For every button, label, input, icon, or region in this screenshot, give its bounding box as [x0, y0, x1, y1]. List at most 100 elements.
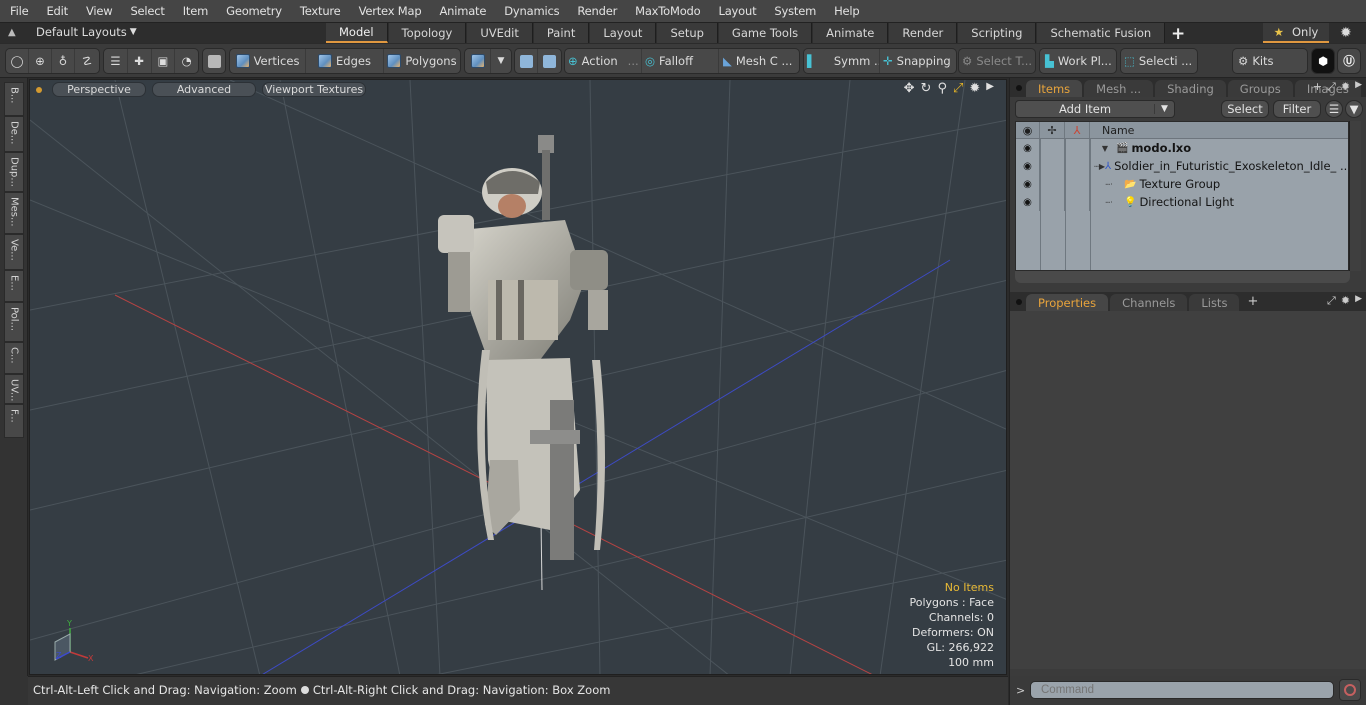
tab-groups[interactable]: Groups: [1227, 80, 1293, 97]
tab-layout[interactable]: Layout: [590, 23, 657, 43]
viewport-gear-icon[interactable]: ✹: [969, 81, 980, 96]
edges-button[interactable]: Edges: [306, 49, 384, 73]
align-icon[interactable]: ☰: [104, 49, 128, 73]
polygons-button[interactable]: Polygons: [384, 49, 460, 73]
tab-render[interactable]: Render: [889, 23, 958, 43]
axis-colored-icon[interactable]: ⅄: [1065, 122, 1090, 138]
filter-button[interactable]: Filter: [1273, 100, 1321, 118]
left-strip-tab[interactable]: Dup...: [4, 152, 24, 192]
visibility-eye-icon[interactable]: ◉: [1016, 193, 1040, 211]
layouts-dropdown[interactable]: ▲ Default Layouts ▼: [8, 25, 137, 39]
name-column-header[interactable]: Name: [1090, 122, 1134, 138]
action-center-button[interactable]: ⊕ Action...: [565, 49, 642, 73]
checker-cube-icon[interactable]: [538, 49, 561, 73]
select-button[interactable]: Select: [1221, 100, 1269, 118]
cross-icon[interactable]: ✚: [128, 49, 152, 73]
frame-icon[interactable]: ▣: [152, 49, 176, 73]
left-strip-tab[interactable]: C...: [4, 342, 24, 374]
expand-right-icon[interactable]: ▶: [1355, 294, 1362, 308]
menu-maxtomodo[interactable]: MaxToModo: [625, 4, 708, 18]
perspective-dropdown[interactable]: Perspective: [52, 82, 146, 97]
lock-cell[interactable]: [1040, 193, 1065, 211]
visibility-eye-icon[interactable]: ◉: [1016, 157, 1040, 175]
unreal-button[interactable]: Ⓤ: [1337, 48, 1361, 74]
tree-scrollbar[interactable]: [1349, 121, 1361, 271]
visibility-eye-icon[interactable]: ◉: [1016, 122, 1040, 138]
tab-game-tools[interactable]: Game Tools: [718, 23, 813, 43]
zoom-magnifier-icon[interactable]: ⚲: [937, 81, 947, 96]
maximize-panel-icon[interactable]: ⤢: [1327, 80, 1336, 94]
tab-schematic-fusion[interactable]: Schematic Fusion: [1037, 23, 1166, 43]
menu-system[interactable]: System: [764, 4, 824, 18]
left-strip-tab[interactable]: F...: [4, 404, 24, 438]
tab-lists[interactable]: Lists: [1189, 294, 1240, 311]
left-strip-tab[interactable]: De...: [4, 116, 24, 152]
3d-viewport[interactable]: Perspective Advanced Viewport Textures ✥…: [29, 79, 1007, 675]
lock-cell[interactable]: [1040, 157, 1065, 175]
axis-cell[interactable]: [1065, 193, 1090, 211]
tab-items[interactable]: Items: [1026, 80, 1083, 97]
left-strip-tab[interactable]: Mes...: [4, 192, 24, 234]
maximize-panel-icon[interactable]: ⤢: [1327, 294, 1336, 308]
falloff-button[interactable]: ◎ Falloff: [642, 49, 719, 73]
menu-file[interactable]: File: [0, 4, 36, 18]
modo-cube-button[interactable]: ⬢: [1311, 48, 1335, 74]
only-filter-button[interactable]: ★ Only: [1263, 23, 1329, 43]
menu-select[interactable]: Select: [120, 4, 172, 18]
solid-cube-icon[interactable]: [203, 49, 225, 73]
tree-resize-handle[interactable]: [1015, 271, 1350, 283]
tab-animate[interactable]: Animate: [813, 23, 889, 43]
panel-gear-icon[interactable]: ✹: [1341, 294, 1350, 308]
move-pan-icon[interactable]: ✥: [904, 81, 915, 96]
shading-dropdown[interactable]: Advanced: [152, 82, 256, 97]
gear-icon[interactable]: ✹: [1340, 25, 1352, 41]
axis-cell[interactable]: [1065, 139, 1090, 157]
menu-edit[interactable]: Edit: [36, 4, 75, 18]
tab-channels[interactable]: Channels: [1110, 294, 1188, 311]
tab-paint[interactable]: Paint: [533, 23, 590, 43]
list-options-icon[interactable]: ☰: [1325, 100, 1343, 118]
menu-render[interactable]: Render: [567, 4, 625, 18]
panel-dot-icon[interactable]: [1016, 85, 1022, 91]
globe-icon[interactable]: ⊕: [29, 49, 52, 73]
viewport-status-dot[interactable]: [36, 86, 42, 93]
lock-transform-icon[interactable]: ✢: [1040, 122, 1065, 138]
funnel-filter-icon[interactable]: ▼: [1345, 100, 1363, 118]
mesh-constraint-button[interactable]: ◣ Mesh C ...: [719, 49, 797, 73]
menu-view[interactable]: View: [76, 4, 121, 18]
left-strip-tab[interactable]: B...: [4, 82, 24, 116]
visibility-eye-icon[interactable]: ◉: [1016, 175, 1040, 193]
soldier-model[interactable]: [400, 130, 660, 570]
timer-icon[interactable]: ◔: [175, 49, 198, 73]
tab-uvedit[interactable]: UVEdit: [467, 23, 533, 43]
transform-cube-icon[interactable]: [515, 49, 538, 73]
tab-model[interactable]: Model: [326, 23, 388, 43]
rotate-icon[interactable]: ↻: [921, 81, 932, 96]
menu-animate[interactable]: Animate: [429, 4, 494, 18]
visibility-eye-icon[interactable]: ◉: [1016, 139, 1040, 157]
menu-geometry[interactable]: Geometry: [216, 4, 290, 18]
command-input[interactable]: [1030, 681, 1334, 699]
symmetry-button[interactable]: ▌ Symm ...: [804, 49, 880, 73]
snapping-button[interactable]: ✛ Snapping: [880, 49, 956, 73]
axis-cell[interactable]: [1065, 157, 1090, 175]
tab-shading[interactable]: Shading: [1155, 80, 1226, 97]
work-plane-button[interactable]: ▙ Work Pl...: [1040, 49, 1116, 73]
tab-properties[interactable]: Properties: [1026, 294, 1109, 311]
menu-item[interactable]: Item: [173, 4, 216, 18]
add-tab-plus-icon[interactable]: +: [1166, 23, 1190, 44]
tab-scripting[interactable]: Scripting: [958, 23, 1037, 43]
add-tab-plus-icon[interactable]: +: [1313, 80, 1322, 94]
expand-right-icon[interactable]: ▶: [1355, 80, 1362, 94]
left-strip-tab[interactable]: Ve...: [4, 234, 24, 270]
pen-tool-icon[interactable]: ♁: [52, 49, 75, 73]
chevron-down-icon[interactable]: ▼: [1154, 104, 1174, 114]
menu-help[interactable]: Help: [824, 4, 867, 18]
collapse-triangle-icon[interactable]: ┄▶: [1094, 162, 1105, 171]
panel-gear-icon[interactable]: ✹: [1341, 80, 1350, 94]
add-tab-plus-icon[interactable]: +: [1247, 294, 1258, 309]
item-mode-button[interactable]: [465, 49, 491, 73]
left-strip-tab[interactable]: UV...: [4, 374, 24, 404]
select-through-button[interactable]: ⚙ Select T...: [959, 49, 1035, 73]
axis-cell[interactable]: [1065, 175, 1090, 193]
